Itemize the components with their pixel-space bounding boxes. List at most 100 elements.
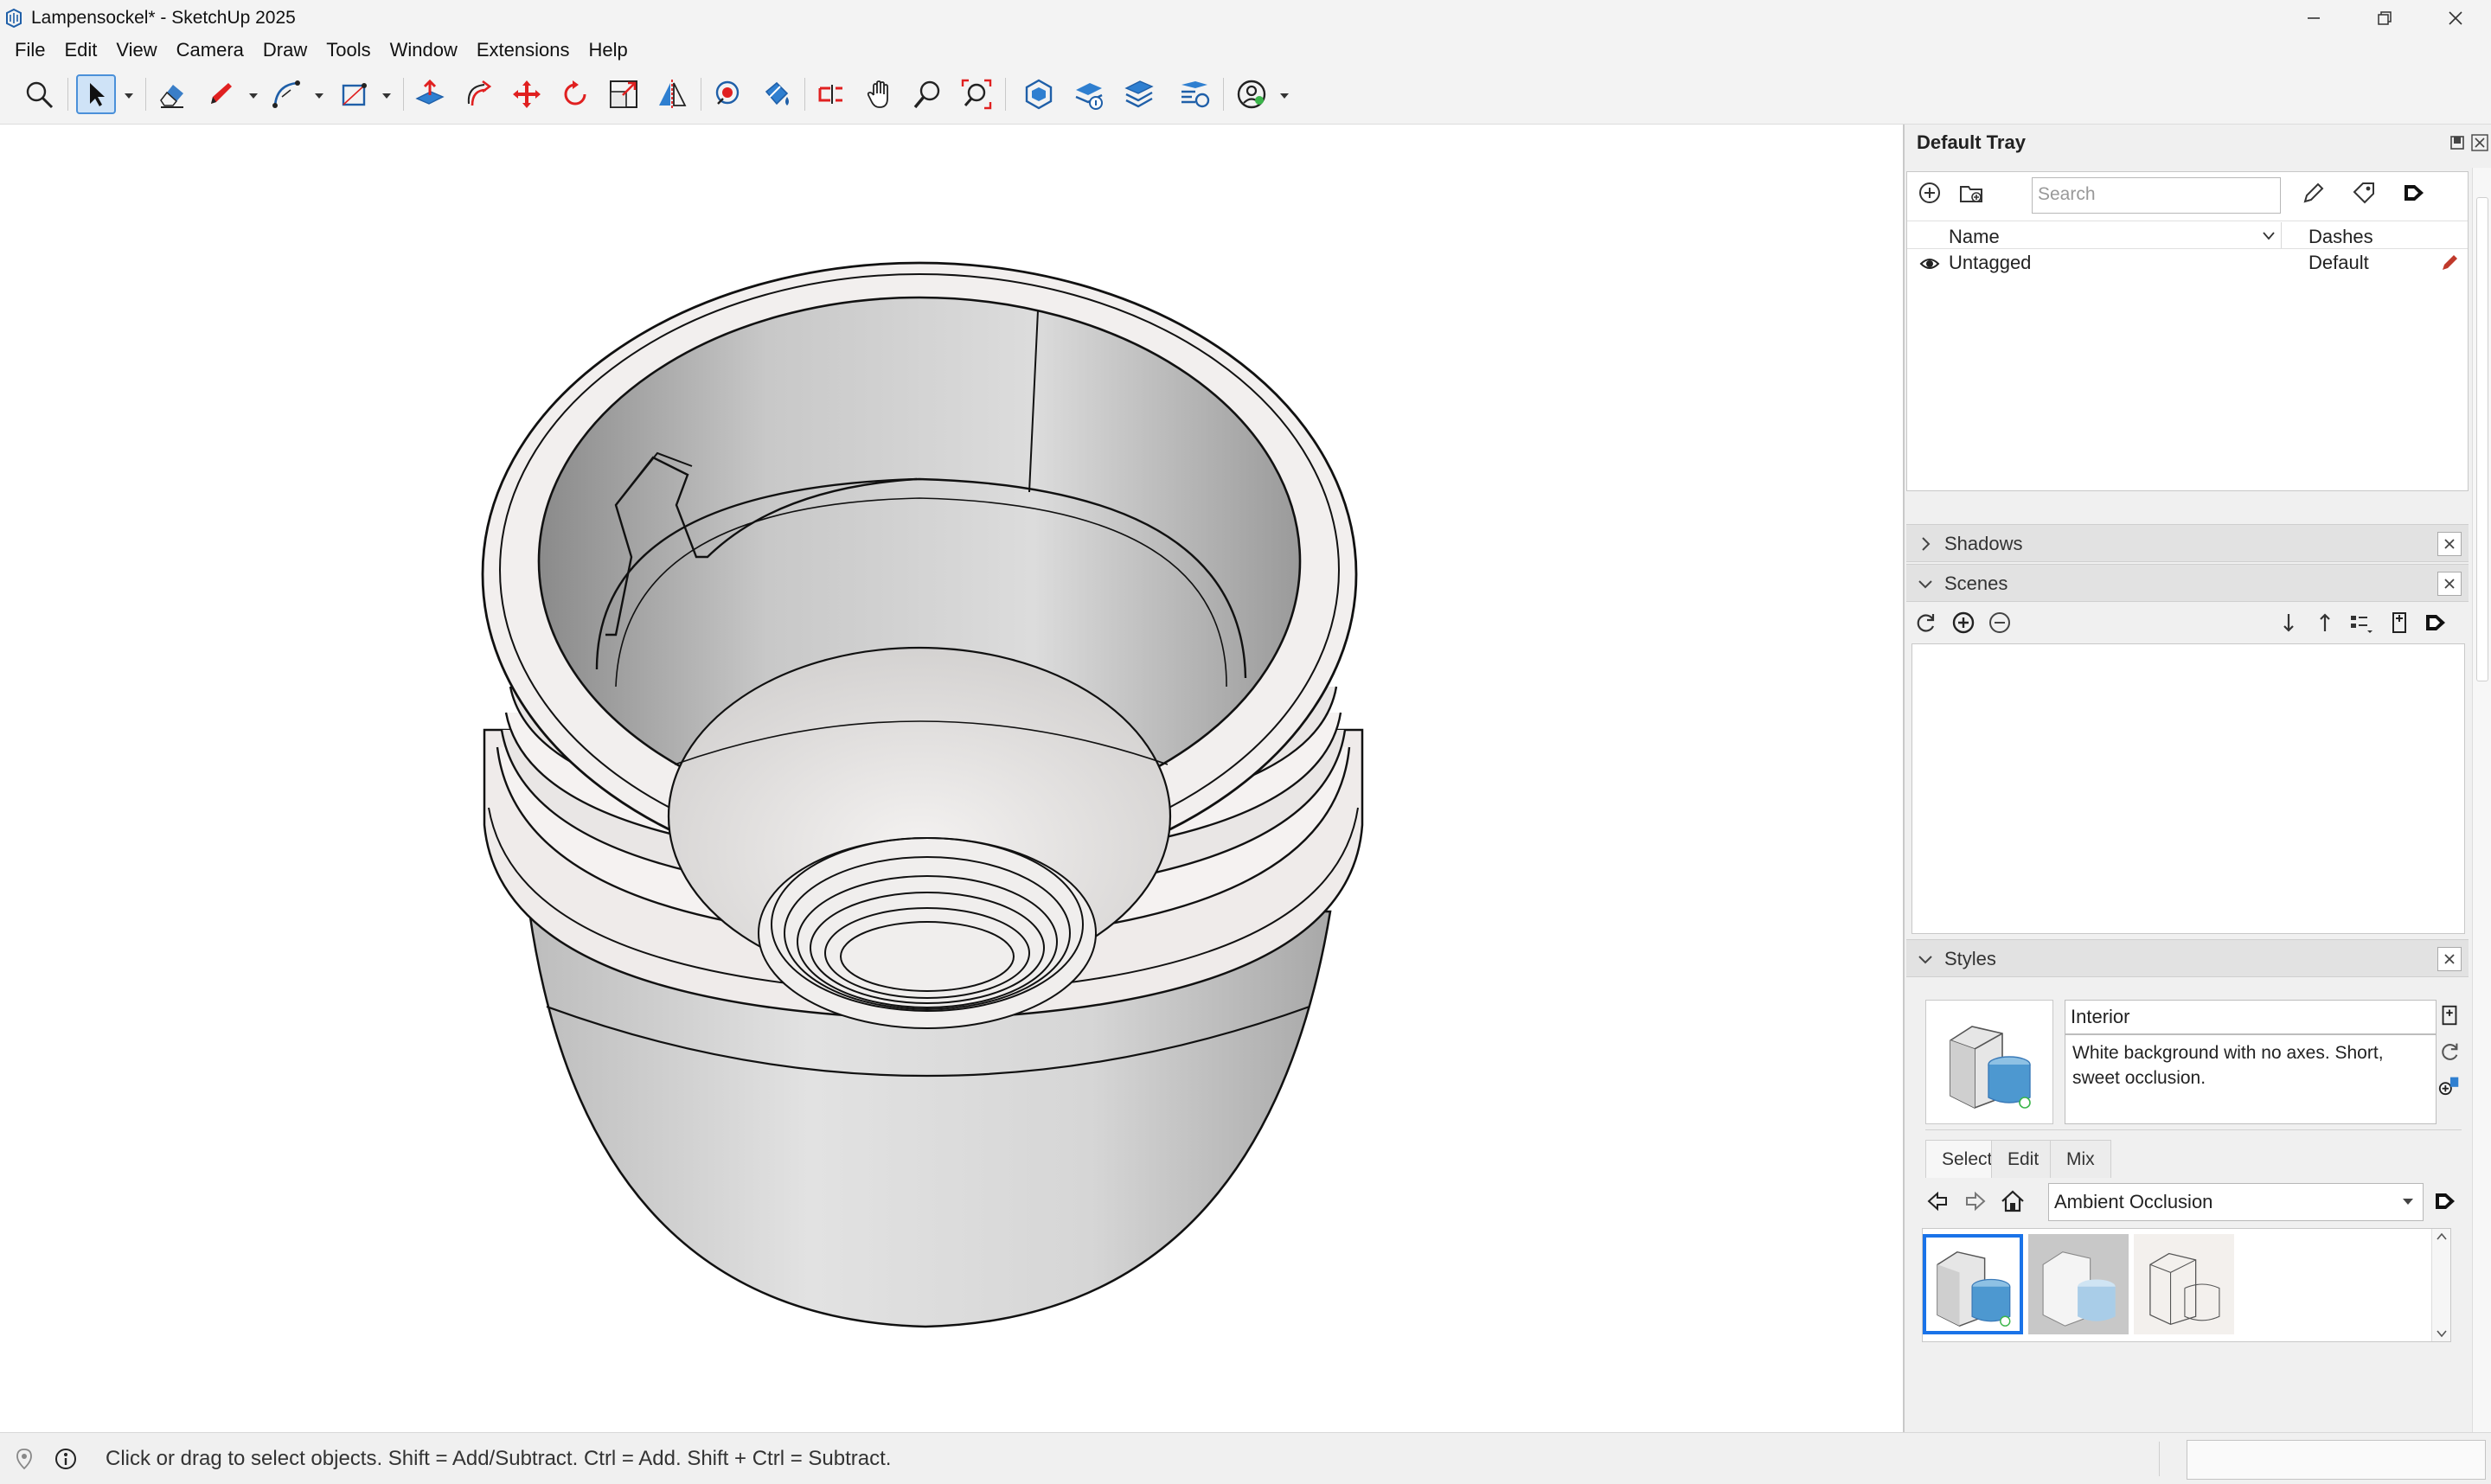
rotate-icon <box>564 80 586 106</box>
scenes-section-header[interactable]: Scenes <box>1906 564 2469 602</box>
move-tool-button[interactable] <box>507 74 547 114</box>
menu-extensions[interactable]: Extensions <box>467 36 580 64</box>
col-dashes-header[interactable]: Dashes <box>2308 226 2373 248</box>
close-shadows-button[interactable] <box>2437 532 2462 556</box>
new-style-icon <box>2442 1005 2457 1026</box>
details-arrow-icon <box>2405 185 2424 201</box>
add-tag-folder-button[interactable] <box>1956 177 1987 208</box>
pencil-icon[interactable] <box>2440 253 2459 272</box>
style-collection-select[interactable]: Ambient Occlusion <box>2048 1183 2424 1221</box>
menu-help[interactable]: Help <box>580 36 637 64</box>
back-button[interactable] <box>1924 1187 1953 1216</box>
model-info-button[interactable] <box>1069 74 1109 114</box>
forward-button[interactable] <box>1960 1187 1989 1216</box>
tags-search-input[interactable]: Search <box>2032 177 2281 214</box>
menu-window[interactable]: Window <box>381 36 467 64</box>
search-icon <box>26 81 54 109</box>
search-tool-button[interactable] <box>19 74 59 114</box>
chevron-down-icon[interactable] <box>2436 1329 2448 1338</box>
chevron-down-icon[interactable] <box>1278 92 1290 100</box>
scenes-details-button[interactable] <box>2420 607 2451 638</box>
rectangle-tool-button[interactable] <box>334 74 374 114</box>
scenes-list[interactable] <box>1911 643 2465 934</box>
move-scene-up-button[interactable] <box>2309 607 2341 638</box>
chevron-down-icon[interactable] <box>2262 231 2276 241</box>
lamp-socket-model[interactable] <box>0 125 1903 1432</box>
chevron-down-icon[interactable] <box>123 92 135 100</box>
select-tool-button[interactable] <box>76 74 116 114</box>
thumbnails-scrollbar[interactable] <box>2431 1229 2450 1341</box>
style-thumbnail-ambient-occlusion[interactable] <box>1923 1234 2023 1334</box>
section-plane-button[interactable] <box>811 74 851 114</box>
col-name-header[interactable]: Name <box>1949 226 2000 248</box>
table-row[interactable]: Untagged Default <box>1907 250 2468 278</box>
create-style-button[interactable] <box>2437 1003 2462 1027</box>
style-thumbnail-two[interactable] <box>2028 1234 2129 1334</box>
pin-icon[interactable] <box>2448 133 2467 152</box>
add-scene-button[interactable] <box>1948 607 1979 638</box>
paint-bucket-button[interactable] <box>756 74 796 114</box>
shadows-section-header[interactable]: Shadows <box>1906 524 2469 562</box>
close-scenes-button[interactable] <box>2437 572 2462 596</box>
chevron-down-icon[interactable] <box>2401 1197 2415 1207</box>
menu-file[interactable]: File <box>5 36 54 64</box>
tags-details-button[interactable] <box>2398 177 2430 208</box>
zoom-extents-icon <box>961 79 992 110</box>
push-pull-tool-button[interactable] <box>410 74 450 114</box>
measurements-box[interactable] <box>2187 1440 2486 1480</box>
close-icon[interactable] <box>2470 133 2489 152</box>
menu-draw[interactable]: Draw <box>253 36 317 64</box>
restore-button[interactable] <box>2349 0 2420 36</box>
tray-scrollbar[interactable] <box>2472 168 2491 1432</box>
menu-edit[interactable]: Edit <box>54 36 106 64</box>
menu-view[interactable]: View <box>106 36 166 64</box>
chevron-down-icon[interactable] <box>313 92 325 100</box>
chevron-up-icon[interactable] <box>2436 1232 2448 1241</box>
style-description-field[interactable]: White background with no axes. Short, sw… <box>2065 1034 2437 1124</box>
scene-view-options-button[interactable] <box>2346 607 2377 638</box>
account-button[interactable] <box>1232 74 1271 114</box>
tag-name[interactable]: Untagged <box>1949 252 2031 274</box>
tape-measure-button[interactable] <box>708 74 747 114</box>
add-tag-button[interactable] <box>1914 177 1945 208</box>
tag-dashes[interactable]: Default <box>2308 252 2369 274</box>
update-style-button[interactable] <box>2437 1039 2462 1064</box>
instructor-icon[interactable] <box>54 1447 78 1471</box>
tab-mix[interactable]: Mix <box>2050 1140 2111 1178</box>
eye-icon[interactable] <box>1919 255 1940 272</box>
scale-tool-button[interactable] <box>604 74 644 114</box>
chevron-down-icon[interactable] <box>247 92 259 100</box>
geo-location-icon[interactable] <box>12 1447 36 1471</box>
eraser-tool-button[interactable] <box>152 74 192 114</box>
pencil-icon <box>211 83 232 104</box>
arc-tool-button[interactable] <box>266 74 306 114</box>
menu-tools[interactable]: Tools <box>317 36 380 64</box>
tags-button[interactable] <box>1119 74 1159 114</box>
move-scene-down-button[interactable] <box>2273 607 2304 638</box>
pan-tool-button[interactable] <box>860 74 900 114</box>
style-thumbnail-sketchy[interactable] <box>2134 1234 2234 1334</box>
color-by-tag-button[interactable] <box>2348 177 2379 208</box>
tag-tool-button[interactable] <box>2298 177 2329 208</box>
solid-tools-button[interactable] <box>1019 74 1059 114</box>
zoom-extents-button[interactable] <box>957 74 996 114</box>
menu-camera[interactable]: Camera <box>167 36 253 64</box>
add-style-to-model-button[interactable] <box>2437 1072 2462 1097</box>
scene-details-toggle-button[interactable] <box>2384 607 2415 638</box>
rotate-tool-button[interactable] <box>555 74 595 114</box>
in-model-button[interactable] <box>1998 1187 2027 1216</box>
zoom-tool-button[interactable] <box>908 74 948 114</box>
remove-scene-button[interactable] <box>1984 607 2015 638</box>
chevron-down-icon[interactable] <box>381 92 393 100</box>
outliner-button[interactable] <box>1175 74 1214 114</box>
tab-edit[interactable]: Edit <box>1991 1140 2056 1178</box>
style-name-field[interactable]: Interior <box>2065 1000 2437 1034</box>
pencil-tool-button[interactable] <box>201 74 240 114</box>
minimize-button[interactable] <box>2278 0 2349 36</box>
follow-me-tool-button[interactable] <box>458 74 498 114</box>
model-viewport[interactable] <box>0 125 1903 1432</box>
styles-details-button[interactable] <box>2430 1187 2460 1216</box>
close-button[interactable] <box>2420 0 2491 36</box>
update-scene-button[interactable] <box>1910 607 1941 638</box>
flip-tool-button[interactable] <box>652 74 692 114</box>
